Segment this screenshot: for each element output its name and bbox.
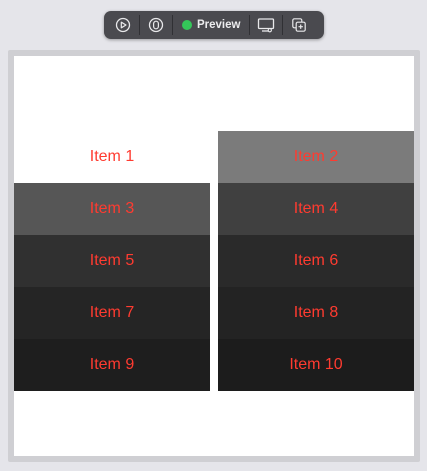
status-indicator <box>182 20 192 30</box>
preview-label: Preview <box>197 19 241 31</box>
canvas-preview: Preview Item 1 Item 2 Item 3 Item 4 Item… <box>0 0 427 471</box>
toolbar-divider <box>282 15 284 35</box>
grid-item[interactable]: Item 5 <box>14 235 210 287</box>
item-label: Item 4 <box>293 200 339 217</box>
device-settings-icon <box>258 18 275 33</box>
duplicate-preview-button[interactable] <box>284 14 314 36</box>
item-label: Item 5 <box>89 252 135 269</box>
live-preview-button[interactable] <box>108 14 138 36</box>
item-label: Item 3 <box>89 200 135 217</box>
item-label: Item 2 <box>293 148 339 165</box>
preview-mode-button[interactable]: Preview <box>174 19 248 31</box>
grid-item[interactable]: Item 6 <box>218 235 414 287</box>
device-settings-button[interactable] <box>251 14 281 36</box>
pin-preview-button[interactable] <box>141 14 171 36</box>
pin-icon <box>148 17 164 33</box>
duplicate-preview-icon <box>292 18 307 32</box>
play-circle-icon <box>115 17 131 33</box>
grid-item[interactable]: Item 2 <box>218 131 414 183</box>
grid-item[interactable]: Item 7 <box>14 287 210 339</box>
item-label: Item 7 <box>89 304 135 321</box>
toolbar-divider <box>172 15 173 35</box>
grid-item[interactable]: Item 1 <box>14 131 210 183</box>
device-screen: Item 1 Item 2 Item 3 Item 4 Item 5 Item … <box>14 56 414 456</box>
item-label: Item 6 <box>293 252 339 269</box>
grid-item[interactable]: Item 9 <box>14 339 210 391</box>
item-label: Item 10 <box>289 356 343 373</box>
grid-item[interactable]: Item 8 <box>218 287 414 339</box>
grid-item[interactable]: Item 3 <box>14 183 210 235</box>
grid-item[interactable]: Item 10 <box>218 339 414 391</box>
preview-toolbar: Preview <box>104 11 324 39</box>
toolbar-divider <box>249 15 251 35</box>
item-label: Item 1 <box>89 148 135 165</box>
item-label: Item 8 <box>293 304 339 321</box>
item-label: Item 9 <box>89 356 135 373</box>
toolbar-divider <box>139 15 140 35</box>
device-frame: Item 1 Item 2 Item 3 Item 4 Item 5 Item … <box>8 50 420 462</box>
grid-item[interactable]: Item 4 <box>218 183 414 235</box>
